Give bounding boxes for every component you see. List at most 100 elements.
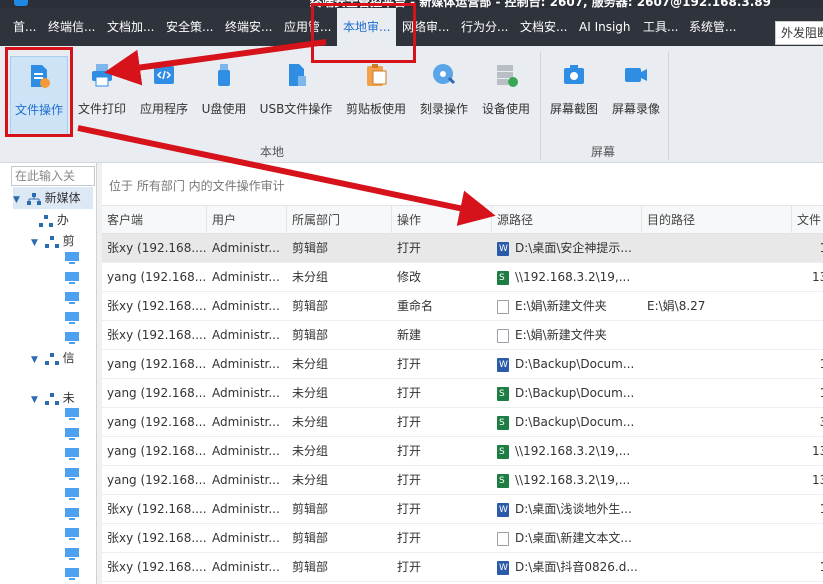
screenshot-label: 屏幕截图 bbox=[549, 102, 598, 116]
table-row[interactable]: yang (192.168.... Administr... 未分组 打开 S D:\Ba… bbox=[102, 408, 823, 437]
table-row[interactable]: yang (192.168.... Administr... 未分组 打开 S \\192… bbox=[102, 466, 823, 495]
ribbon-separator bbox=[540, 52, 541, 160]
menu-ai-insight[interactable]: AI Insigh bbox=[573, 8, 637, 46]
menu-security-policy[interactable]: 安全策... bbox=[160, 8, 219, 46]
cell-dest-path bbox=[642, 350, 792, 379]
source-path-text: D:\Backup\Docum... bbox=[515, 386, 635, 400]
cell-department: 未分组 bbox=[292, 357, 329, 371]
column-header-source-path[interactable]: 源路径 bbox=[492, 206, 642, 234]
cell-user: Administr... bbox=[212, 444, 280, 458]
expand-icon[interactable]: ▼ bbox=[13, 189, 23, 211]
cell-operation: 修改 bbox=[397, 270, 422, 284]
cell-user: Administr... bbox=[212, 560, 280, 574]
expand-icon[interactable]: ▼ bbox=[31, 389, 41, 411]
tree-node-root[interactable]: ▼ 新媒体 bbox=[13, 187, 93, 209]
tree-node-label: 剪 bbox=[62, 234, 75, 248]
table-row[interactable]: 张xy (192.168.... Administr... 剪辑部 打开 W D:\桌面\… bbox=[102, 553, 823, 582]
application-button[interactable]: 应用程序 bbox=[135, 56, 193, 136]
department-tree: 在此输入关 ▼ 新媒体 办 ▼ 剪 ▼ 信 ▼ 未 bbox=[5, 163, 97, 584]
breadcrumb: 位于 所有部门 内的文件操作审计 bbox=[102, 163, 823, 206]
tree-search-input[interactable]: 在此输入关 bbox=[11, 166, 95, 186]
column-header-department[interactable]: 所属部门 bbox=[287, 206, 392, 234]
source-path-text: D:\桌面\浅谈地外生... bbox=[515, 502, 632, 516]
computer-icon bbox=[65, 548, 79, 560]
word-file-icon: W bbox=[497, 560, 509, 575]
menu-doc-security[interactable]: 文档安... bbox=[514, 8, 573, 46]
cell-department: 未分组 bbox=[292, 415, 329, 429]
tree-node-info[interactable]: ▼ 信 bbox=[31, 347, 75, 369]
cell-dest-path bbox=[642, 495, 792, 524]
menu-home[interactable]: 首... bbox=[7, 8, 42, 46]
column-header-dest-path[interactable]: 目的路径 bbox=[642, 206, 792, 234]
menu-system-management[interactable]: 系统管... bbox=[683, 8, 742, 46]
clipboard-button[interactable]: 剪贴板使用 bbox=[341, 56, 411, 136]
tree-computer-node[interactable] bbox=[65, 405, 79, 427]
source-path-text: \\192.168.3.2\19,... bbox=[515, 473, 631, 487]
table-row[interactable]: yang (192.168.... Administr... 未分组 打开 S \\192… bbox=[102, 437, 823, 466]
column-header-operation[interactable]: 操作 bbox=[392, 206, 492, 234]
table-row[interactable]: 张xy (192.168.... Administr... 剪辑部 打开 D:\桌面\新… bbox=[102, 524, 823, 553]
excel-file-icon: S bbox=[497, 444, 509, 459]
tree-computer-node[interactable] bbox=[65, 309, 79, 331]
cell-operation: 新建 bbox=[397, 328, 422, 342]
audit-panel: 位于 所有部门 内的文件操作审计 客户端 用户 所属部门 操作 源路径 目的路径… bbox=[102, 163, 823, 584]
tree-node-label: 信 bbox=[62, 351, 75, 365]
table-row[interactable]: 张xy (192.168.... Administr... 剪辑部 打开 W D:\桌面\… bbox=[102, 495, 823, 524]
cell-file-size bbox=[792, 292, 823, 321]
cell-department: 未分组 bbox=[292, 444, 329, 458]
disc-burn-button[interactable]: 刻录操作 bbox=[416, 56, 472, 136]
menu-tools[interactable]: 工具... bbox=[637, 8, 684, 46]
menu-terminal-info[interactable]: 终端信... bbox=[42, 8, 101, 46]
tree-computer-node[interactable] bbox=[65, 269, 79, 291]
menu-search-input[interactable]: 外发阻断 bbox=[775, 21, 823, 45]
table-row[interactable]: yang (192.168.... Administr... 未分组 打开 W D:\Ba… bbox=[102, 350, 823, 379]
cell-department: 未分组 bbox=[292, 270, 329, 284]
cell-department: 剪辑部 bbox=[292, 502, 329, 516]
menu-terminal-security[interactable]: 终端安... bbox=[219, 8, 278, 46]
cell-file-size bbox=[792, 524, 823, 553]
cell-department: 剪辑部 bbox=[292, 560, 329, 574]
screenshot-button[interactable]: 屏幕截图 bbox=[545, 56, 603, 136]
expand-icon[interactable]: ▼ bbox=[31, 232, 41, 254]
menu-behavior-analysis[interactable]: 行为分... bbox=[455, 8, 514, 46]
tree-computer-node[interactable] bbox=[65, 445, 79, 467]
table-row[interactable]: 张xy (192.168.... Administr... 剪辑部 打开 W D:\桌面\… bbox=[102, 234, 823, 263]
table-row[interactable]: 张xy (192.168.... Administr... 剪辑部 重命名 E:\娟\新… bbox=[102, 292, 823, 321]
table-row[interactable]: yang (192.168.... Administr... 未分组 修改 S \\192… bbox=[102, 263, 823, 292]
tree-node-office[interactable]: 办 bbox=[39, 209, 69, 231]
usb-file-icon bbox=[289, 64, 306, 86]
usb-file-button[interactable]: USB文件操作 bbox=[256, 56, 336, 136]
cell-file-size: 1( bbox=[792, 495, 823, 524]
computer-icon bbox=[65, 312, 79, 324]
tree-computer-node[interactable] bbox=[65, 485, 79, 507]
tree-computer-node[interactable] bbox=[65, 565, 79, 584]
usb-drive-button[interactable]: U盘使用 bbox=[196, 56, 252, 136]
column-header-file[interactable]: 文件 bbox=[792, 206, 823, 234]
tree-computer-node[interactable] bbox=[65, 425, 79, 447]
device-button[interactable]: 设备使用 bbox=[477, 56, 535, 136]
cell-client: yang (192.168.... bbox=[107, 473, 207, 487]
expand-icon[interactable]: ▼ bbox=[31, 349, 41, 371]
tree-computer-node[interactable] bbox=[65, 505, 79, 527]
tree-computer-node[interactable] bbox=[65, 289, 79, 311]
table-row[interactable]: 张xy (192.168.... Administr... 剪辑部 新建 E:\娟\新建… bbox=[102, 321, 823, 350]
tree-computer-node[interactable] bbox=[65, 525, 79, 547]
source-path-text: D:\桌面\抖音0826.d... bbox=[515, 560, 638, 574]
cell-department: 剪辑部 bbox=[292, 241, 329, 255]
table-row[interactable]: yang (192.168.... Administr... 未分组 打开 S D:\Ba… bbox=[102, 379, 823, 408]
clipboard-label: 剪贴板使用 bbox=[345, 102, 406, 116]
file-print-button[interactable]: 文件打印 bbox=[73, 56, 131, 136]
printer-icon bbox=[92, 64, 112, 87]
device-label: 设备使用 bbox=[481, 102, 530, 116]
excel-file-icon: S bbox=[497, 473, 509, 488]
tree-computer-node[interactable] bbox=[65, 465, 79, 487]
cell-client: 张xy (192.168.... bbox=[107, 531, 207, 545]
cell-department: 剪辑部 bbox=[292, 328, 329, 342]
column-header-user[interactable]: 用户 bbox=[207, 206, 287, 234]
tree-computer-node[interactable] bbox=[65, 545, 79, 567]
column-header-client[interactable]: 客户端 bbox=[102, 206, 207, 234]
org-icon bbox=[44, 235, 59, 248]
menu-doc-encrypt[interactable]: 文档加... bbox=[101, 8, 160, 46]
screen-record-button[interactable]: 屏幕录像 bbox=[607, 56, 665, 136]
tree-computer-node[interactable] bbox=[65, 249, 79, 271]
